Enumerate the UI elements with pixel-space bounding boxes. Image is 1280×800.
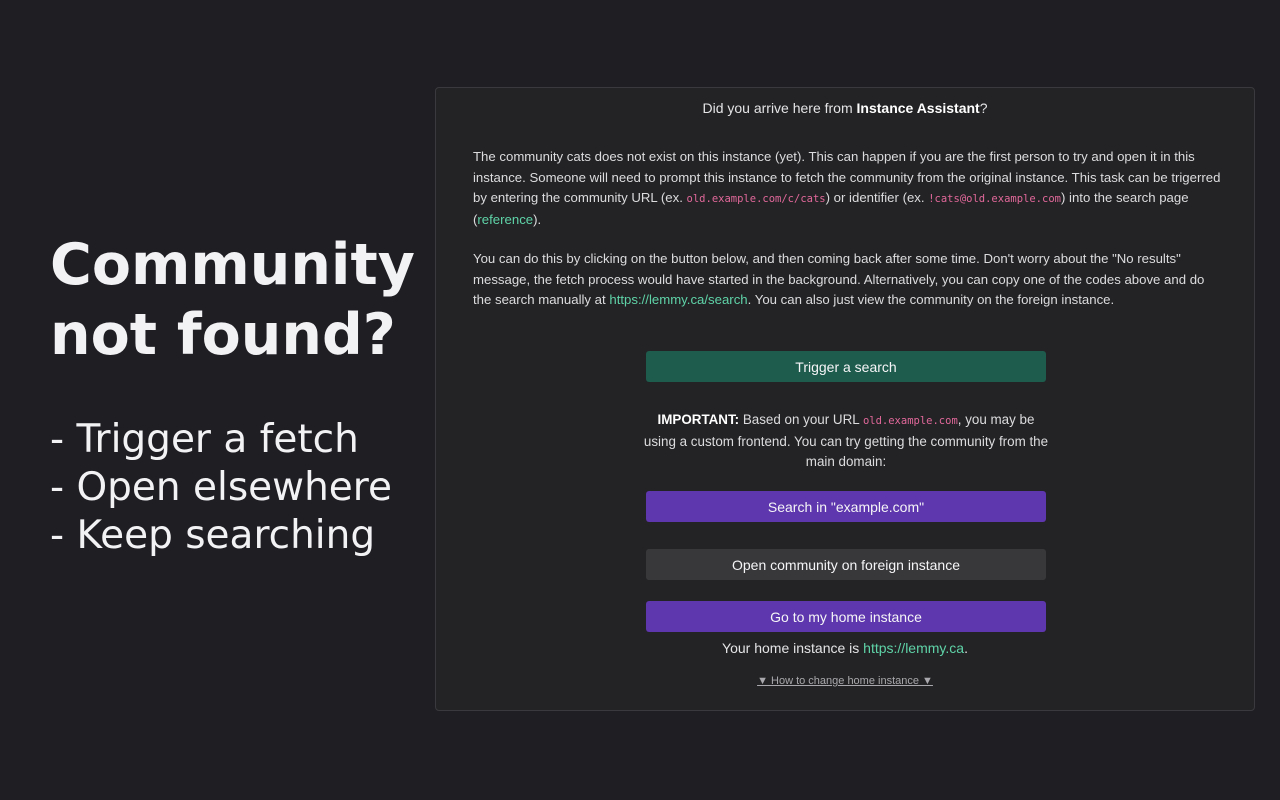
paragraph-text: . You can also just view the community o… xyxy=(747,292,1115,307)
hero-bullet: - Keep searching xyxy=(50,513,376,558)
community-not-found-panel: Did you arrive here from Instance Assist… xyxy=(435,87,1255,711)
hero-bullet-list: - Trigger a fetch - Open elsewhere - Kee… xyxy=(50,416,420,560)
open-foreign-instance-button[interactable]: Open community on foreign instance xyxy=(646,549,1046,580)
paragraph-text: ). xyxy=(533,211,542,227)
search-page-link[interactable]: https://lemmy.ca/search xyxy=(609,292,747,307)
header-suffix: ? xyxy=(979,100,988,116)
instructions-paragraph: You can do this by clicking on the butto… xyxy=(473,249,1223,311)
hero: Community not found? - Trigger a fetch -… xyxy=(50,230,420,560)
reference-link[interactable]: reference xyxy=(477,212,533,227)
trigger-search-button[interactable]: Trigger a search xyxy=(646,351,1046,382)
home-instance-suffix: . xyxy=(964,640,968,656)
how-to-change-home-toggle: ▼ How to change home instance ▼ xyxy=(436,675,1254,687)
notice-text: Based on your URL xyxy=(739,412,863,427)
hero-title-line-2: not found? xyxy=(50,302,396,368)
example-url-code: old.example.com/c/cats xyxy=(686,193,826,205)
current-domain-code: old.example.com xyxy=(862,415,958,427)
example-identifier-code: !cats@old.example.com xyxy=(928,193,1061,205)
hero-title-line-1: Community xyxy=(50,232,415,298)
home-instance-link[interactable]: https://lemmy.ca xyxy=(863,640,964,656)
instance-assistant-label: Instance Assistant xyxy=(856,100,980,116)
home-instance-label: Your home instance is xyxy=(722,640,864,656)
go-home-instance-button[interactable]: Go to my home instance xyxy=(646,601,1046,632)
paragraph-text: ) or identifier (ex. xyxy=(825,190,929,205)
hero-bullet: - Open elsewhere xyxy=(50,465,392,510)
important-label: IMPORTANT: xyxy=(657,412,740,427)
hero-bullet: - Trigger a fetch xyxy=(50,417,359,462)
custom-frontend-notice: IMPORTANT: Based on your URL old.example… xyxy=(641,410,1051,473)
hero-title: Community not found? xyxy=(50,230,420,370)
explanation-paragraph: The community cats does not exist on thi… xyxy=(473,147,1223,230)
panel-header: Did you arrive here from Instance Assist… xyxy=(436,100,1254,116)
header-text: Did you arrive here from xyxy=(702,100,857,116)
search-main-domain-button[interactable]: Search in "example.com" xyxy=(646,491,1046,522)
how-to-change-home-link[interactable]: ▼ How to change home instance ▼ xyxy=(757,675,933,687)
home-instance-info: Your home instance is https://lemmy.ca. xyxy=(436,640,1254,656)
